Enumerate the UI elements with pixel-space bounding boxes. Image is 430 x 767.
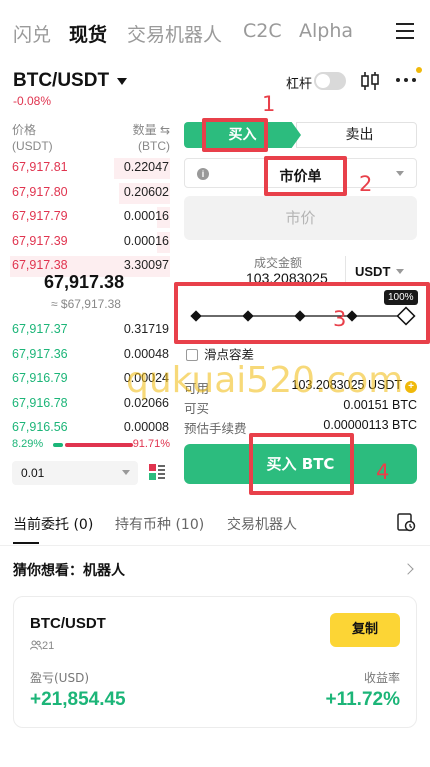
tab-trading-bots[interactable]: 交易机器人 xyxy=(127,20,222,47)
can-buy-row: 可买 0.00151 BTC xyxy=(184,398,417,416)
notification-dot xyxy=(416,67,422,73)
pair-selector[interactable]: BTC/USDT xyxy=(13,70,109,92)
chevron-down-icon xyxy=(396,171,404,176)
watermark: qukuai520.com xyxy=(126,360,404,401)
divider xyxy=(345,256,346,282)
qty-header[interactable]: 数量 ⇆ (BTC) xyxy=(133,122,170,154)
plus-icon[interactable]: + xyxy=(405,381,417,393)
tab-c2c[interactable]: C2C xyxy=(243,20,282,42)
chevron-down-icon[interactable] xyxy=(117,78,127,85)
users-icon xyxy=(30,640,42,650)
guess-title: 猜你想看：机器人 xyxy=(13,563,125,579)
tab-bots[interactable]: 交易机器人 xyxy=(227,514,297,534)
menu-icon[interactable] xyxy=(396,22,416,40)
leverage-toggle[interactable] xyxy=(314,72,346,90)
roi-label: 收益率 xyxy=(363,671,400,685)
tab-convert[interactable]: 闪兑 xyxy=(13,20,51,47)
bot-pair: BTC/USDT xyxy=(30,615,106,632)
copy-button[interactable]: 复制 xyxy=(330,613,400,647)
history-icon[interactable] xyxy=(396,512,416,532)
ask-row[interactable]: 67,917.79 0.00016 xyxy=(0,205,172,230)
buy-ratio: 8.29% xyxy=(12,438,44,450)
annotation-3: 3 xyxy=(333,307,347,331)
orders-tabs: 当前委托 (0) 持有币种 (10) 交易机器人 xyxy=(0,506,430,546)
ask-row[interactable]: 67,917.80 0.20602 xyxy=(0,181,172,206)
price-change: -0.08% xyxy=(13,94,52,108)
bid-row[interactable]: 67,917.37 0.31719 xyxy=(0,318,172,343)
roi-value: +11.72% xyxy=(325,689,401,710)
last-price: 67,917.38 xyxy=(44,272,125,292)
annotation-4: 4 xyxy=(376,460,390,484)
tab-spot[interactable]: 现货 xyxy=(69,20,107,47)
buy-ratio-bar xyxy=(53,443,63,447)
chevron-right-icon[interactable] xyxy=(402,563,414,575)
amount-label: 成交金额 xyxy=(254,256,303,270)
pnl-label: 盈亏(USD) xyxy=(30,671,90,685)
candlestick-icon[interactable] xyxy=(360,70,380,92)
last-price-usd: ≈ $67,917.38 xyxy=(51,297,121,311)
depth-select[interactable]: 0.01 xyxy=(12,461,138,485)
active-tab-indicator xyxy=(13,542,39,544)
tab-holdings[interactable]: 持有币种 (10) xyxy=(115,514,204,534)
bid-row[interactable]: 67,916.56 0.00008 xyxy=(0,416,172,441)
ask-row[interactable]: 67,917.81 0.22047 xyxy=(0,156,172,181)
sell-ratio-bar xyxy=(65,443,133,447)
pnl-value: +21,854.45 xyxy=(30,689,126,710)
highlight-box-1 xyxy=(202,118,268,152)
tab-open-orders[interactable]: 当前委托 (0) xyxy=(13,514,93,534)
pair-bar: BTC/USDT -0.08% 杠杆 xyxy=(0,64,430,110)
more-icon[interactable] xyxy=(396,78,418,86)
sell-ratio: 91.71% xyxy=(132,438,170,450)
highlight-box-3 xyxy=(174,282,430,344)
amount-unit-select[interactable]: USDT xyxy=(355,264,390,279)
price-input[interactable]: 市价 xyxy=(184,196,417,240)
ask-row[interactable]: 67,917.39 0.00016 xyxy=(0,230,172,255)
chevron-down-icon xyxy=(122,470,130,475)
highlight-box-2 xyxy=(264,156,347,196)
annotation-2: 2 xyxy=(359,172,373,196)
annotation-1: 1 xyxy=(262,92,276,116)
highlight-box-4 xyxy=(249,433,354,495)
top-nav: 闪兑 现货 交易机器人 C2C Alpha xyxy=(0,0,430,62)
bot-users: 21 xyxy=(30,640,54,652)
layout-icon[interactable] xyxy=(148,463,166,481)
tab-sell[interactable]: 卖出 xyxy=(296,122,417,148)
chevron-down-icon xyxy=(396,269,404,274)
leverage-label: 杠杆 xyxy=(286,77,313,92)
price-header: 价格 (USDT) xyxy=(12,123,53,153)
bot-card[interactable]: BTC/USDT 21 复制 盈亏(USD) 收益率 +21,854.45 +1… xyxy=(13,596,417,728)
tab-alpha[interactable]: Alpha xyxy=(299,20,353,42)
asks-list: 67,917.81 0.22047 67,917.80 0.20602 67,917… xyxy=(0,156,172,279)
